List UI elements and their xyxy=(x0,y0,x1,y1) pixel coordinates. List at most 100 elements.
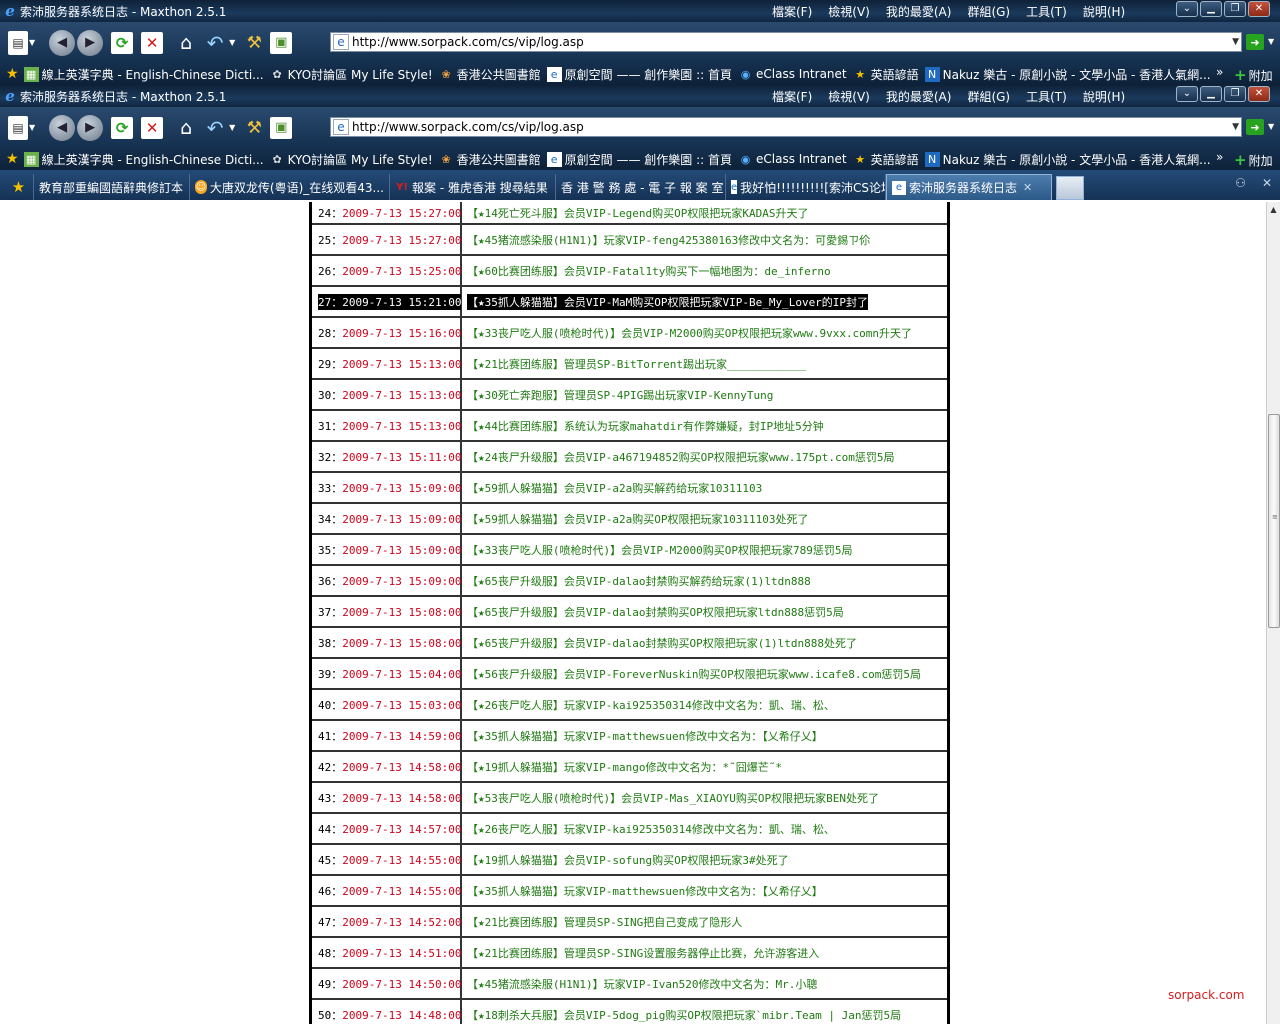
favorites-star-icon[interactable]: ★ xyxy=(6,151,19,167)
favorite-link[interactable]: ✿ KYO討論區 My Life Style! xyxy=(270,151,432,168)
stop-icon[interactable]: ✕ xyxy=(141,116,164,139)
tab-yahoo-search[interactable]: Y! 報案 - 雅虎香港 搜尋結果 xyxy=(390,174,556,200)
screenshot-icon[interactable]: ▣ xyxy=(270,31,293,54)
log-time: 47：2009-7-13 14:52:00 xyxy=(318,914,461,930)
close-tab-icon[interactable]: ✕ xyxy=(1023,181,1032,194)
favorite-link[interactable]: e 原創空間 —— 創作樂園 :: 首頁 xyxy=(546,151,732,168)
menu-file[interactable]: 檔案(F) xyxy=(772,3,812,20)
menu-view[interactable]: 檢視(V) xyxy=(828,3,870,20)
refresh-icon[interactable]: ⟳ xyxy=(111,116,134,139)
add-favorite-button[interactable]: + 附加 xyxy=(1234,151,1273,169)
chevron-down-icon[interactable]: ▼ xyxy=(229,123,235,132)
address-input[interactable] xyxy=(352,118,1212,136)
tools-icon[interactable]: ⚒ xyxy=(241,115,267,141)
home-icon[interactable]: ⌂ xyxy=(173,115,199,141)
favorite-link[interactable]: e 原創空間 —— 創作樂園 :: 首頁 xyxy=(546,66,732,83)
add-favorite-button[interactable]: + 附加 xyxy=(1234,66,1273,84)
tools-icon[interactable]: ⚒ xyxy=(241,30,267,56)
chevron-down-icon[interactable]: ▼ xyxy=(1268,37,1274,46)
favorite-link[interactable]: N Nakuz 樂古 - 原創小說 - 文學小品 - 香港人氣網... xyxy=(924,151,1211,168)
favorite-link[interactable]: ★ 英語諺語 xyxy=(853,66,918,83)
maximize-button[interactable]: ❐ xyxy=(1224,86,1246,102)
menu-file[interactable]: 檔案(F) xyxy=(772,88,812,105)
go-icon[interactable]: ➜ xyxy=(1246,34,1264,50)
favorites-star-icon[interactable]: ★ xyxy=(4,174,34,200)
favorite-link[interactable]: ✿ KYO討論區 My Life Style! xyxy=(270,66,432,83)
close-button[interactable]: ✕ xyxy=(1248,1,1270,17)
tab-list-icon[interactable]: ⚇ xyxy=(1235,176,1246,190)
collapse-icon[interactable]: ⌄ xyxy=(1176,86,1198,102)
menu-favorites[interactable]: 我的最愛(A) xyxy=(886,88,952,105)
log-message-cell: 【★35抓人躲猫猫】玩家VIP-matthewsuen修改中文名为：【乂希仔乂】 xyxy=(462,721,947,750)
menu-favorites[interactable]: 我的最愛(A) xyxy=(886,3,952,20)
favorite-link[interactable]: ❀ 香港公共圖書館 xyxy=(439,151,541,168)
forward-icon[interactable]: ▶ xyxy=(77,114,104,141)
undo-icon[interactable]: ↶ xyxy=(202,115,228,141)
screenshot-icon[interactable]: ▣ xyxy=(270,116,293,139)
tab-server-log[interactable]: e 索沛服务器系统日志 ✕ xyxy=(886,174,1052,200)
tab-police-report[interactable]: 香 港 警 務 處 - 電 子 報 案 室 xyxy=(556,174,726,200)
forward-icon[interactable]: ▶ xyxy=(77,29,104,56)
chevron-down-icon[interactable]: ▼ xyxy=(29,38,35,47)
log-row: 41：2009-7-13 14:59:00 【★35抓人躲猫猫】玩家VIP-mat… xyxy=(312,721,947,752)
scroll-thumb[interactable]: ≡ xyxy=(1268,414,1280,628)
favorites-star-icon[interactable]: ★ xyxy=(6,66,19,82)
undo-icon[interactable]: ↶ xyxy=(202,30,228,56)
minimize-button[interactable]: ▁ xyxy=(1200,1,1222,17)
favorites-more-icon[interactable]: » xyxy=(1216,65,1223,79)
stop-icon[interactable]: ✕ xyxy=(141,31,164,54)
address-input[interactable] xyxy=(352,33,1212,51)
close-button[interactable]: ✕ xyxy=(1248,86,1270,102)
address-bar[interactable]: e ▼ xyxy=(330,32,1242,52)
log-time-cell: 30：2009-7-13 15:13:00 xyxy=(312,380,462,409)
log-separator: ： xyxy=(331,419,343,433)
favorite-link[interactable]: ▦ 線上英漢字典 - English-Chinese Dicti... xyxy=(23,151,264,168)
favorite-link[interactable]: ▦ 線上英漢字典 - English-Chinese Dicti... xyxy=(23,66,264,83)
menu-help[interactable]: 說明(H) xyxy=(1083,3,1125,20)
favorite-link[interactable]: ★ 英語諺語 xyxy=(853,151,918,168)
tab-video[interactable]: ☺ 大唐双龙传(粤语)_在线观看43... xyxy=(190,174,390,200)
chevron-down-icon[interactable]: ▼ xyxy=(29,123,35,132)
log-message: 【★24丧尸升级服】会员VIP-a467194852购买OP权限把玩家www.1… xyxy=(467,450,895,464)
new-tab-button[interactable] xyxy=(1056,176,1084,200)
minimize-button[interactable]: ▁ xyxy=(1200,86,1222,102)
log-time-cell: 39：2009-7-13 15:04:00 xyxy=(312,659,462,688)
close-all-icon[interactable]: ✕ xyxy=(1262,176,1272,190)
chevron-down-icon[interactable]: ▼ xyxy=(1268,122,1274,131)
favorite-link[interactable]: ❀ 香港公共圖書館 xyxy=(439,66,541,83)
menu-help[interactable]: 說明(H) xyxy=(1083,88,1125,105)
page-icon: e xyxy=(546,151,562,167)
chevron-down-icon[interactable]: ▼ xyxy=(229,38,235,47)
menu-view[interactable]: 檢視(V) xyxy=(828,88,870,105)
address-bar[interactable]: e ▼ xyxy=(330,117,1242,137)
log-number: 47 xyxy=(318,915,332,929)
back-icon[interactable]: ◀ xyxy=(49,114,76,141)
new-page-icon[interactable]: ▤ xyxy=(8,30,28,55)
log-time-cell: 49：2009-7-13 14:50:00 xyxy=(312,969,462,998)
favorites-more-icon[interactable]: » xyxy=(1216,150,1223,164)
log-time-cell: 28：2009-7-13 15:16:00 xyxy=(312,318,462,347)
menu-groups[interactable]: 群組(G) xyxy=(967,88,1010,105)
log-timestamp: 2009-7-13 15:13:00 xyxy=(342,388,462,402)
tab-dictionary[interactable]: 教育部重編國語辭典修訂本 xyxy=(34,174,190,200)
chevron-down-icon[interactable]: ▼ xyxy=(1232,37,1239,47)
back-icon[interactable]: ◀ xyxy=(49,29,76,56)
tab-forum[interactable]: e 我好怕!!!!!!!!!![索沛CS论坛] xyxy=(726,174,886,200)
log-message: 【★35抓人躲猫猫】玩家VIP-matthewsuen修改中文名为：【乂希仔乂】 xyxy=(467,729,823,743)
go-icon[interactable]: ➜ xyxy=(1246,119,1264,135)
vertical-scrollbar[interactable]: ▲ ≡ xyxy=(1266,202,1280,1024)
home-icon[interactable]: ⌂ xyxy=(173,30,199,56)
new-page-icon[interactable]: ▤ xyxy=(8,115,28,140)
menu-tools[interactable]: 工具(T) xyxy=(1026,88,1067,105)
favorite-link[interactable]: ◉ eClass Intranet xyxy=(738,67,847,82)
menu-groups[interactable]: 群組(G) xyxy=(967,3,1010,20)
refresh-icon[interactable]: ⟳ xyxy=(111,31,134,54)
favorite-link[interactable]: ◉ eClass Intranet xyxy=(738,152,847,167)
maximize-button[interactable]: ❐ xyxy=(1224,1,1246,17)
log-message-cell: 【★18刺杀大兵服】会员VIP-5dog_pig购买OP权限把玩家`mibr.T… xyxy=(462,1000,947,1024)
chevron-down-icon[interactable]: ▼ xyxy=(1232,122,1239,132)
collapse-icon[interactable]: ⌄ xyxy=(1176,1,1198,17)
favorite-link[interactable]: N Nakuz 樂古 - 原創小說 - 文學小品 - 香港人氣網... xyxy=(924,66,1211,83)
menu-tools[interactable]: 工具(T) xyxy=(1026,3,1067,20)
scroll-up-icon[interactable]: ▲ xyxy=(1267,202,1280,216)
